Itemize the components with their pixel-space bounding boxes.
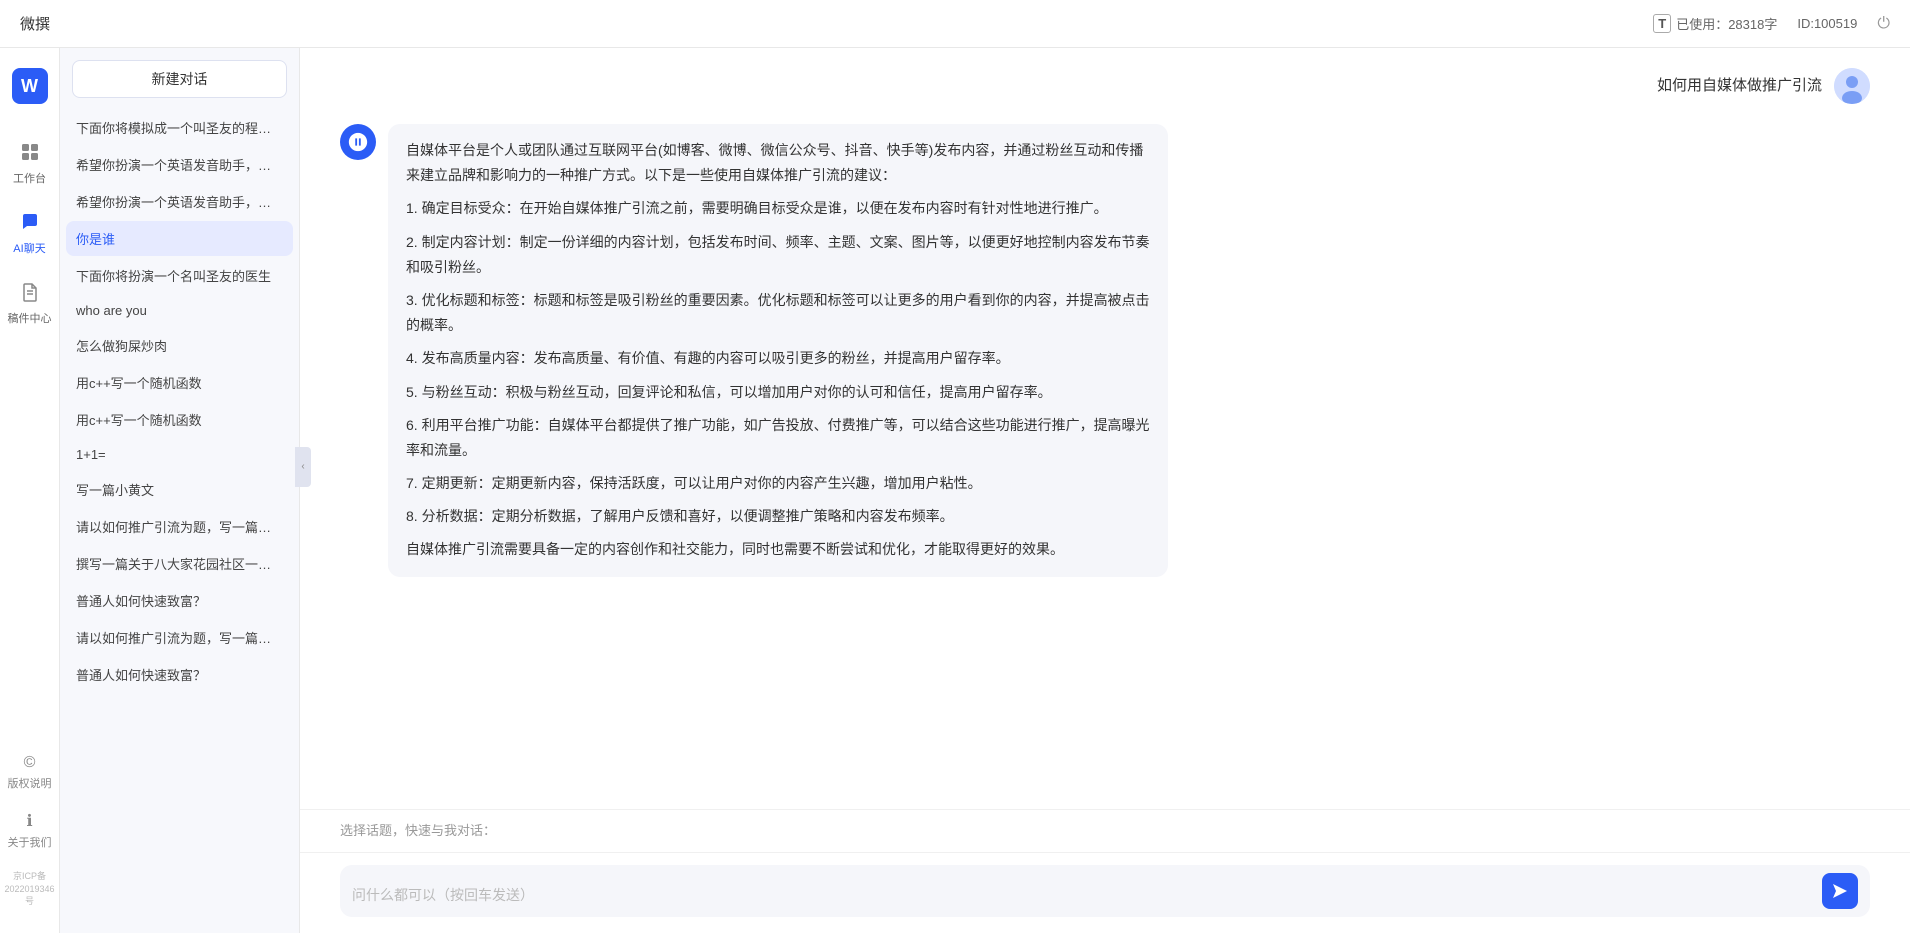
icp-text: 京ICP备2022019346号 xyxy=(0,865,59,913)
message-paragraph: 7. 定期更新：定期更新内容，保持活跃度，可以让用户对你的内容产生兴趣，增加用户… xyxy=(406,471,1150,496)
ai-chat-icon xyxy=(20,212,40,237)
message-content: 自媒体平台是个人或团队通过互联网平台(如博客、微博、微信公众号、抖音、快手等)发… xyxy=(406,138,1150,563)
chat-list-item[interactable]: 你是谁 xyxy=(66,221,293,256)
chat-sidebar: 新建对话 下面你将模拟成一个叫圣友的程序员，我说...希望你扮演一个英语发音助手… xyxy=(60,48,300,933)
message-paragraph: 6. 利用平台推广功能：自媒体平台都提供了推广功能，如广告投放、付费推广等，可以… xyxy=(406,413,1150,463)
main-layout: W 工作台 AI聊天 xyxy=(0,48,1910,933)
message-row: 如何用自媒体做推广引流 xyxy=(340,68,1870,104)
chat-list-item[interactable]: 1+1= xyxy=(66,439,293,470)
message-paragraph: 自媒体平台是个人或团队通过互联网平台(如博客、微博、微信公众号、抖音、快手等)发… xyxy=(406,138,1150,188)
topbar: 微撰 T 已使用：28318字 ID:100519 ⏻ xyxy=(0,0,1910,48)
topbar-id: ID:100519 xyxy=(1797,16,1857,31)
message-paragraph: 自媒体推广引流需要具备一定的内容创作和社交能力，同时也需要不断尝试和优化，才能取… xyxy=(406,537,1150,562)
chat-list-item[interactable]: 普通人如何快速致富？ xyxy=(66,583,293,618)
topbar-right: T 已使用：28318字 ID:100519 ⏻ xyxy=(1653,14,1890,33)
quick-replies-area: 选择话题，快速与我对话： xyxy=(300,809,1910,852)
drafts-label: 稿件中心 xyxy=(8,310,52,326)
chat-list-item[interactable]: 写一篇小黄文 xyxy=(66,472,293,507)
chat-list-item[interactable]: 下面你将模拟成一个叫圣友的程序员，我说... xyxy=(66,110,293,145)
chat-list-item[interactable]: who are you xyxy=(66,295,293,326)
message-paragraph: 5. 与粉丝互动：积极与粉丝互动，回复评论和私信，可以增加用户对你的认可和信任，… xyxy=(406,380,1150,405)
message-paragraph: 4. 发布高质量内容：发布高质量、有价值、有趣的内容可以吸引更多的粉丝，并提高用… xyxy=(406,346,1150,371)
sidebar-item-ai-chat[interactable]: AI聊天 xyxy=(4,204,56,264)
chat-list: 下面你将模拟成一个叫圣友的程序员，我说...希望你扮演一个英语发音助手，我提供给… xyxy=(60,110,299,933)
icon-sidebar: W 工作台 AI聊天 xyxy=(0,48,60,933)
message-paragraph: 2. 制定内容计划：制定一份详细的内容计划，包括发布时间、频率、主题、文案、图片… xyxy=(406,230,1150,280)
avatar xyxy=(1834,68,1870,104)
chat-list-item[interactable]: 用c++写一个随机函数 xyxy=(66,365,293,400)
message-paragraph: 1. 确定目标受众：在开始自媒体推广引流之前，需要明确目标受众是谁，以便在发布内… xyxy=(406,196,1150,221)
logo-icon: W xyxy=(12,68,48,104)
chat-list-item[interactable]: 请以如何推广引流为题，写一篇大纲 xyxy=(66,620,293,655)
topbar-title: 微撰 xyxy=(20,13,50,34)
message-row: 自媒体平台是个人或团队通过互联网平台(如博客、微博、微信公众号、抖音、快手等)发… xyxy=(340,124,1870,577)
send-button[interactable] xyxy=(1822,873,1858,909)
chat-list-item[interactable]: 用c++写一个随机函数 xyxy=(66,402,293,437)
nav-bottom: © 版权说明 ℹ 关于我们 京ICP备2022019346号 xyxy=(0,749,59,913)
sidebar-item-about[interactable]: ℹ 关于我们 xyxy=(3,806,57,855)
workspace-label: 工作台 xyxy=(13,170,46,186)
copyright-icon: © xyxy=(24,754,36,772)
sidebar-item-workspace[interactable]: 工作台 xyxy=(4,134,56,194)
chat-list-item[interactable]: 希望你扮演一个英语发音助手，我提供给你... xyxy=(66,184,293,219)
sidebar-item-copyright[interactable]: © 版权说明 xyxy=(3,749,57,796)
about-icon: ℹ xyxy=(26,811,32,831)
chat-list-item[interactable]: 怎么做狗屎炒肉 xyxy=(66,328,293,363)
chat-list-item[interactable]: 希望你扮演一个英语发音助手，我提供给你... xyxy=(66,147,293,182)
chat-list-item[interactable]: 下面你将扮演一个名叫圣友的医生 xyxy=(66,258,293,293)
topbar-usage: T 已使用：28318字 xyxy=(1653,14,1777,33)
message-bubble: 如何用自媒体做推广引流 xyxy=(1657,68,1822,103)
ai-chat-label: AI聊天 xyxy=(13,240,45,256)
logo-area: W xyxy=(12,68,48,104)
about-label: 关于我们 xyxy=(8,834,52,850)
chat-list-item[interactable]: 请以如何推广引流为题，写一篇大纲 xyxy=(66,509,293,544)
collapse-sidebar-button[interactable]: ‹ xyxy=(295,447,311,487)
chat-list-item[interactable]: 撰写一篇关于八大家花园社区一刻钟便民生... xyxy=(66,546,293,581)
avatar xyxy=(340,124,376,160)
quick-replies-label: 选择话题，快速与我对话： xyxy=(340,820,1870,839)
chat-messages: 如何用自媒体做推广引流自媒体平台是个人或团队通过互联网平台(如博客、微博、微信公… xyxy=(300,48,1910,809)
message-paragraph: 3. 优化标题和标签：标题和标签是吸引粉丝的重要因素。优化标题和标签可以让更多的… xyxy=(406,288,1150,338)
chat-main: 如何用自媒体做推广引流自媒体平台是个人或团队通过互联网平台(如博客、微博、微信公… xyxy=(300,48,1910,933)
copyright-label: 版权说明 xyxy=(8,775,52,791)
sidebar-item-drafts[interactable]: 稿件中心 xyxy=(4,274,56,334)
chat-input[interactable] xyxy=(352,885,1814,909)
chat-list-item[interactable]: 普通人如何快速致富？ xyxy=(66,657,293,692)
input-area xyxy=(300,852,1910,933)
workspace-icon xyxy=(20,142,40,167)
usage-icon: T xyxy=(1653,14,1671,33)
new-chat-button[interactable]: 新建对话 xyxy=(72,60,287,98)
logout-button[interactable]: ⏻ xyxy=(1877,15,1890,33)
message-bubble: 自媒体平台是个人或团队通过互联网平台(如博客、微博、微信公众号、抖音、快手等)发… xyxy=(388,124,1168,577)
message-paragraph: 8. 分析数据：定期分析数据，了解用户反馈和喜好，以便调整推广策略和内容发布频率… xyxy=(406,504,1150,529)
drafts-icon xyxy=(20,282,40,307)
input-box xyxy=(340,865,1870,917)
usage-text: 已使用：28318字 xyxy=(1676,14,1777,33)
